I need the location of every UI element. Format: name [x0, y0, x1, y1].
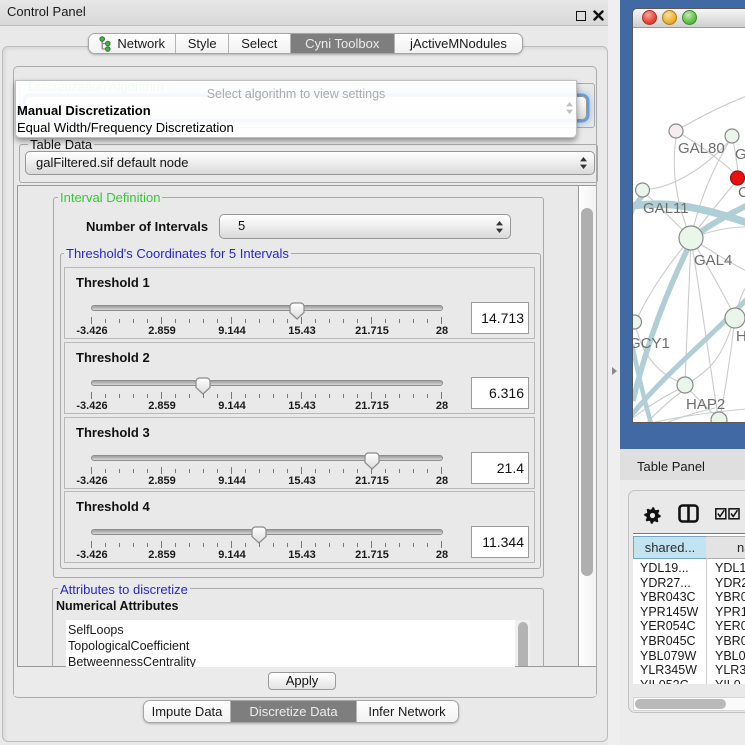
svg-text:C: C	[738, 184, 745, 201]
svg-text:GCY1: GCY1	[633, 335, 670, 352]
svg-text:GA: GA	[735, 146, 745, 163]
svg-text:GAL11: GAL11	[643, 200, 689, 217]
svg-text:H: H	[736, 328, 745, 345]
svg-text:HAP2: HAP2	[686, 396, 725, 413]
svg-text:GAL4: GAL4	[694, 252, 732, 269]
svg-text:GAL80: GAL80	[678, 140, 725, 157]
